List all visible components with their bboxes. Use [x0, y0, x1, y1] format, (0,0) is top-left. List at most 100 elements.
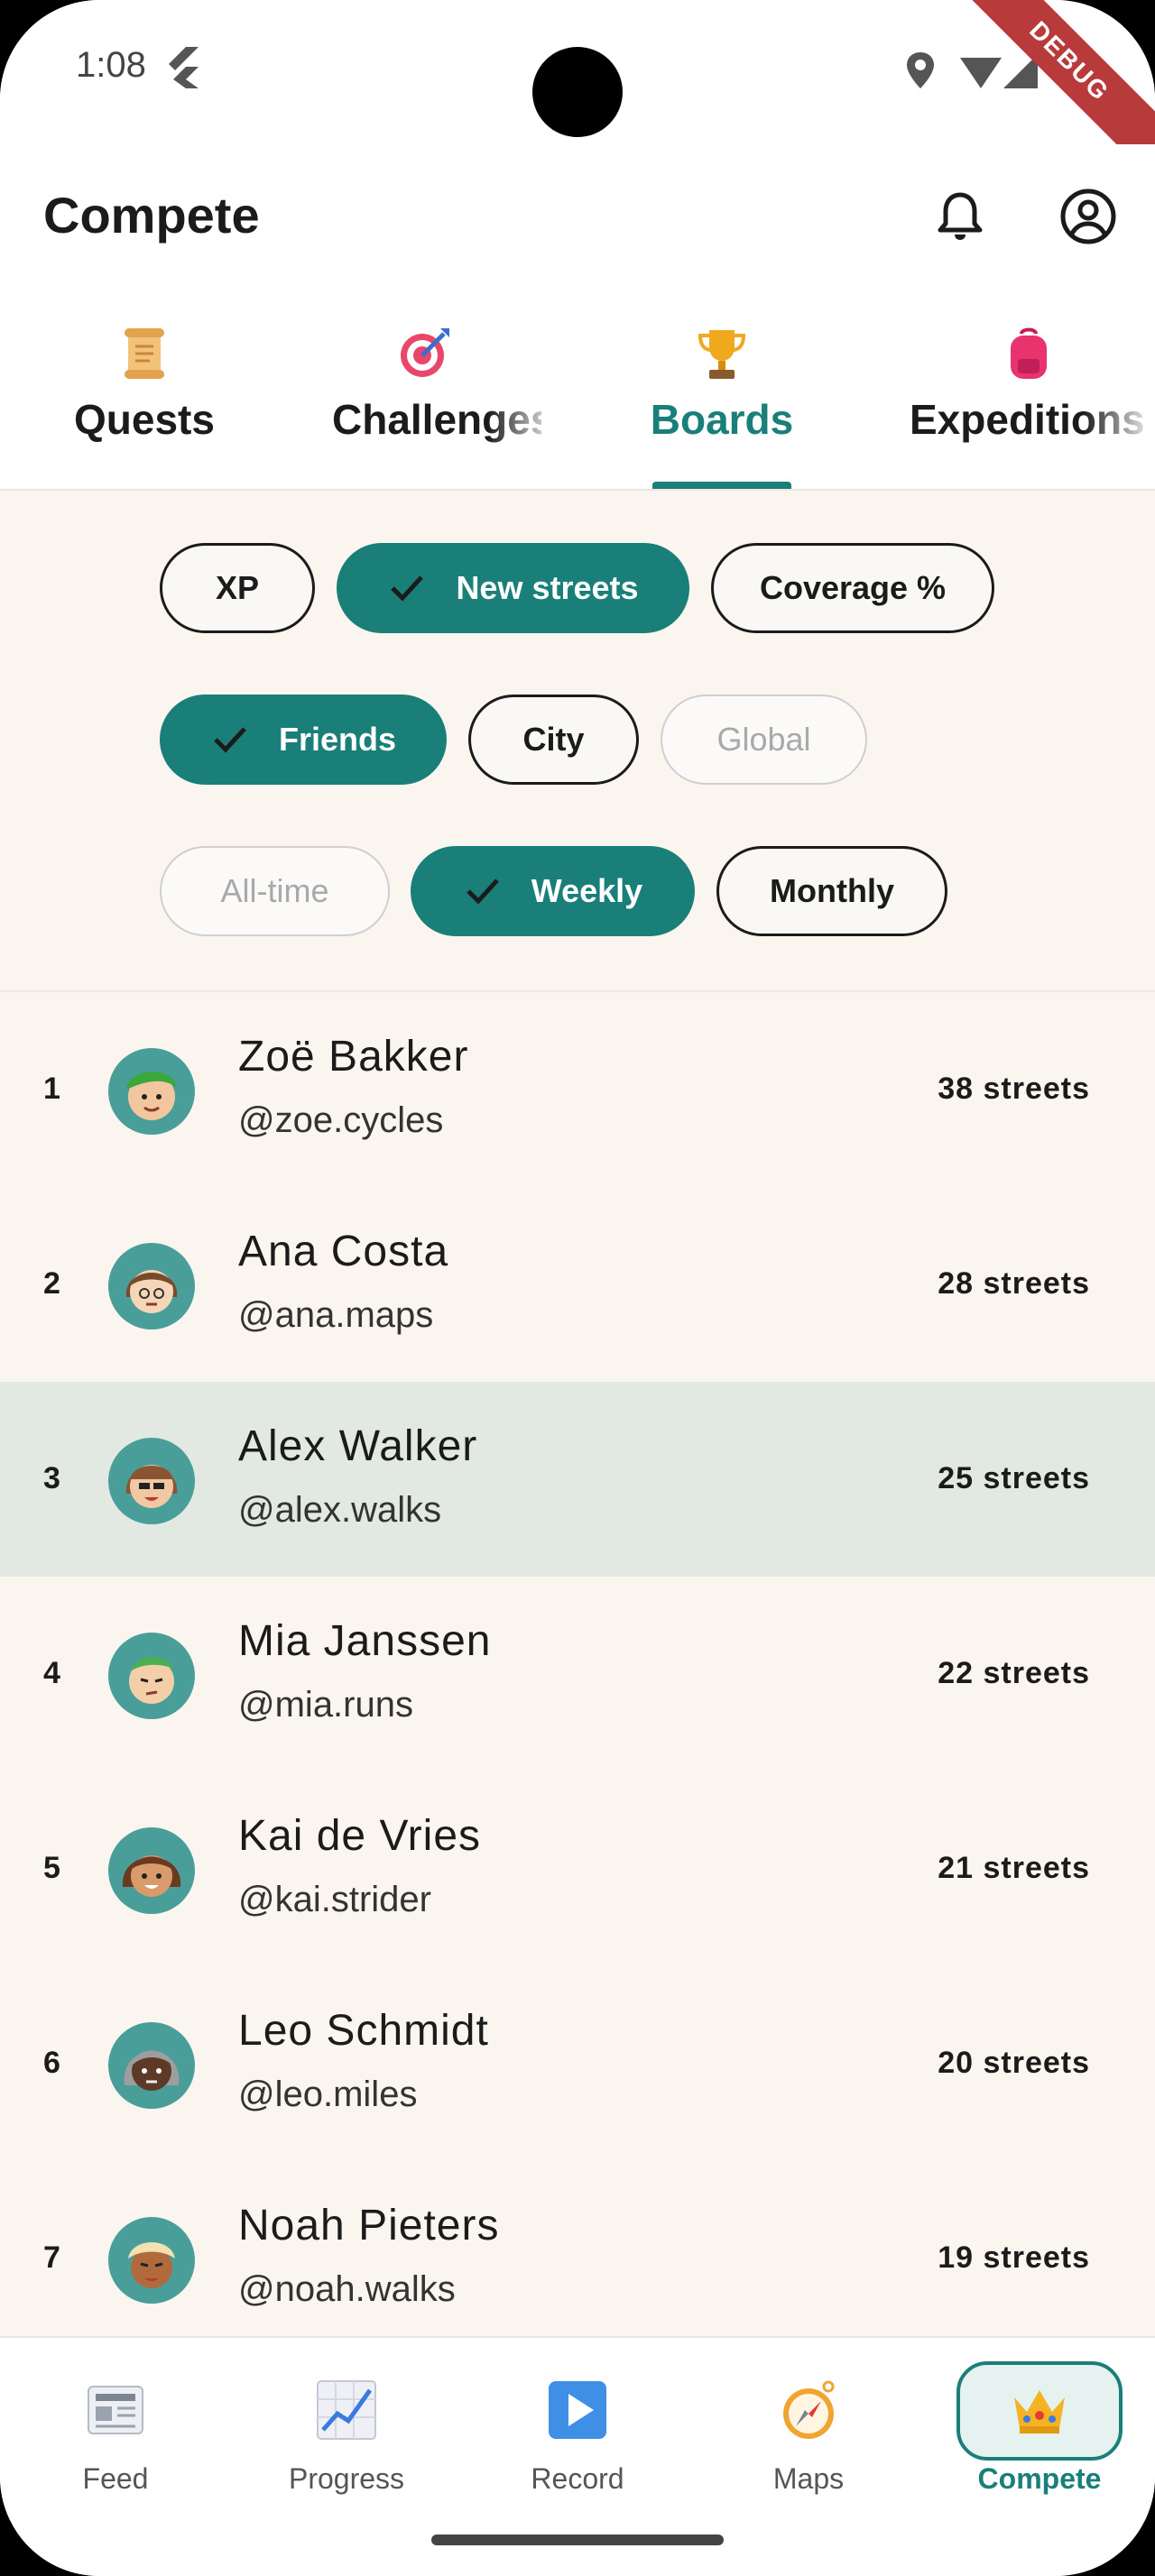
tab-bar: Quests Challenges Boards Expeditions	[0, 289, 1155, 491]
nav-label: Compete	[977, 2462, 1102, 2495]
avatar	[108, 1438, 195, 1524]
tab-challenges[interactable]: Challenges	[307, 325, 559, 487]
chip-label: Friends	[278, 721, 397, 758]
nav-progress[interactable]: Progress	[231, 2361, 462, 2515]
leaderboard-row[interactable]: 1 Zoë Bakker @zoe.cycles 38 streets	[0, 992, 1155, 1187]
user-name: Zoë Bakker	[238, 1033, 469, 1081]
bell-icon	[938, 192, 983, 240]
tab-expeditions[interactable]: Expeditions	[902, 325, 1155, 487]
chart-icon	[317, 2380, 376, 2440]
status-bar: 1:08 DEBUG	[0, 0, 1155, 185]
account-circle-icon	[1060, 189, 1116, 244]
leaderboard-row[interactable]: 4 Mia Janssen @mia.runs 22 streets	[0, 1577, 1155, 1771]
chip-friends[interactable]: Friends	[160, 695, 447, 785]
nav-label: Feed	[82, 2462, 149, 2495]
avatar	[108, 1633, 195, 1719]
target-icon	[401, 328, 449, 377]
newspaper-icon	[88, 2386, 143, 2434]
avatar	[108, 2217, 195, 2304]
chip-label: All-time	[220, 872, 329, 909]
chip-label: City	[522, 721, 585, 758]
user-name: Leo Schmidt	[238, 2007, 489, 2055]
avatar	[108, 2022, 195, 2109]
avatar	[108, 1048, 195, 1135]
home-indicator[interactable]	[431, 2535, 724, 2545]
chip-global: Global	[661, 695, 867, 785]
leaderboard-row[interactable]: 6 Leo Schmidt @leo.miles 20 streets	[0, 1966, 1155, 2161]
user-score: 38 streets	[938, 1072, 1090, 1106]
tab-label: Boards	[650, 396, 794, 443]
tab-boards[interactable]: Boards	[596, 325, 848, 487]
notifications-button[interactable]	[924, 180, 996, 253]
crown-icon	[1014, 2390, 1065, 2433]
leaderboard-row-current-user[interactable]: 3 Alex Walker @alex.walks 25 streets	[0, 1382, 1155, 1577]
trophy-icon	[698, 330, 746, 379]
rank: 7	[43, 2240, 60, 2275]
fade-overlay	[487, 325, 559, 487]
scroll-icon	[125, 328, 164, 379]
play-icon	[549, 2381, 606, 2439]
rank: 5	[43, 1851, 60, 1885]
chip-coverage[interactable]: Coverage %	[711, 543, 994, 633]
user-name: Mia Janssen	[238, 1617, 492, 1665]
rank: 1	[43, 1072, 60, 1106]
chip-monthly[interactable]: Monthly	[716, 846, 947, 936]
user-handle: @kai.strider	[238, 1880, 431, 1919]
leaderboard-row[interactable]: 2 Ana Costa @ana.maps 28 streets	[0, 1187, 1155, 1382]
user-score: 25 streets	[938, 1461, 1090, 1495]
backpack-icon	[1011, 327, 1047, 379]
rank: 6	[43, 2046, 60, 2080]
tab-quests[interactable]: Quests	[18, 325, 271, 487]
user-name: Noah Pieters	[238, 2202, 500, 2249]
nav-label: Record	[531, 2462, 624, 2495]
rank: 2	[43, 1266, 60, 1301]
user-score: 28 streets	[938, 1266, 1090, 1301]
chip-label: New streets	[456, 569, 639, 606]
nav-maps[interactable]: Maps	[693, 2361, 924, 2515]
rank: 4	[43, 1656, 60, 1690]
leaderboard-row[interactable]: 5 Kai de Vries @kai.strider 21 streets	[0, 1771, 1155, 1966]
leaderboard-row[interactable]: 7 Noah Pieters @noah.walks 19 streets	[0, 2161, 1155, 2336]
user-name: Alex Walker	[238, 1422, 478, 1470]
user-score: 20 streets	[938, 2046, 1090, 2080]
user-handle: @noah.walks	[238, 2269, 456, 2309]
avatar	[108, 1827, 195, 1914]
chip-xp[interactable]: XP	[160, 543, 315, 633]
status-time: 1:08	[76, 45, 146, 85]
chip-label: Weekly	[531, 872, 643, 909]
chip-label: Coverage %	[759, 569, 947, 606]
location-icon	[907, 52, 934, 88]
app-bar: Compete	[0, 144, 1155, 289]
user-handle: @alex.walks	[238, 1490, 442, 1530]
nav-record[interactable]: Record	[462, 2361, 693, 2515]
chip-label: Monthly	[770, 872, 894, 909]
chip-city[interactable]: City	[468, 695, 639, 785]
check-icon	[214, 727, 246, 753]
nav-label: Maps	[772, 2462, 845, 2495]
user-name: Ana Costa	[238, 1228, 449, 1275]
user-score: 19 streets	[938, 2240, 1090, 2275]
chip-label: XP	[215, 569, 260, 606]
page-title: Compete	[43, 187, 260, 244]
check-icon	[467, 879, 499, 905]
leaderboard-list[interactable]: 1 Zoë Bakker @zoe.cycles 38 streets 2 An…	[0, 992, 1155, 2336]
nav-label: Progress	[288, 2462, 405, 2495]
profile-button[interactable]	[1052, 180, 1124, 253]
phone-screen: 1:08 DEBUG Compete Quests Challenges Boa…	[0, 0, 1155, 2576]
avatar	[108, 1243, 195, 1329]
chip-new-streets[interactable]: New streets	[337, 543, 689, 633]
check-icon	[391, 575, 424, 602]
chip-weekly[interactable]: Weekly	[411, 846, 695, 936]
user-handle: @mia.runs	[238, 1685, 413, 1725]
active-tab-indicator	[652, 482, 791, 489]
tab-label: Quests	[74, 396, 215, 443]
user-score: 22 streets	[938, 1656, 1090, 1690]
user-handle: @zoe.cycles	[238, 1100, 444, 1140]
rank: 3	[43, 1461, 60, 1495]
nav-compete[interactable]: Compete	[924, 2361, 1155, 2515]
fade-overlay	[1083, 325, 1155, 487]
chip-all-time: All-time	[160, 846, 390, 936]
user-score: 21 streets	[938, 1851, 1090, 1885]
flutter-icon	[169, 47, 199, 88]
nav-feed[interactable]: Feed	[0, 2361, 231, 2515]
